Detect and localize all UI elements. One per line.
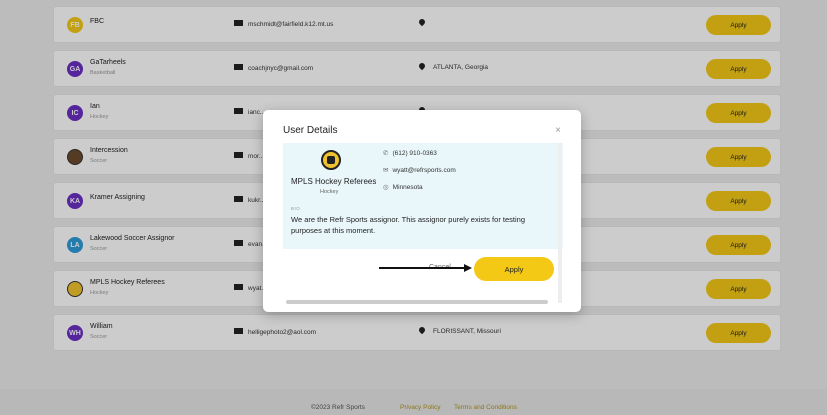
user-name: MPLS Hockey Referees [291,177,377,186]
annotation-arrow [379,267,465,269]
phone-row: ✆ (612) 910-0363 [383,149,437,157]
vertical-scrollbar[interactable] [558,143,562,303]
user-sport: Hockey [320,189,339,195]
mail-icon: ✉ [383,167,389,174]
phone-icon: ✆ [383,150,389,157]
email-text: wyatt@refrsports.com [392,167,456,174]
location-icon: ◎ [383,184,389,191]
location-text: Minnesota [392,184,423,191]
location-row: ◎ Minnesota [383,183,423,191]
bio-text: We are the Refr Sports assignor. This as… [291,215,525,235]
horizontal-scrollbar[interactable] [286,300,548,304]
close-icon[interactable]: × [555,125,561,136]
avatar [321,150,341,170]
user-card: MPLS Hockey Referees Hockey ✆ (612) 910-0… [283,143,563,249]
modal-apply-button[interactable]: Apply [474,257,554,281]
modal-title: User Details [283,125,338,136]
email-row: ✉ wyatt@refrsports.com [383,166,456,174]
arrow-head-icon [464,264,472,272]
phone-text: (612) 910-0363 [392,150,437,157]
bio-label: BIO [291,206,301,211]
user-details-modal: User Details × MPLS Hockey Referees Hock… [263,110,581,312]
